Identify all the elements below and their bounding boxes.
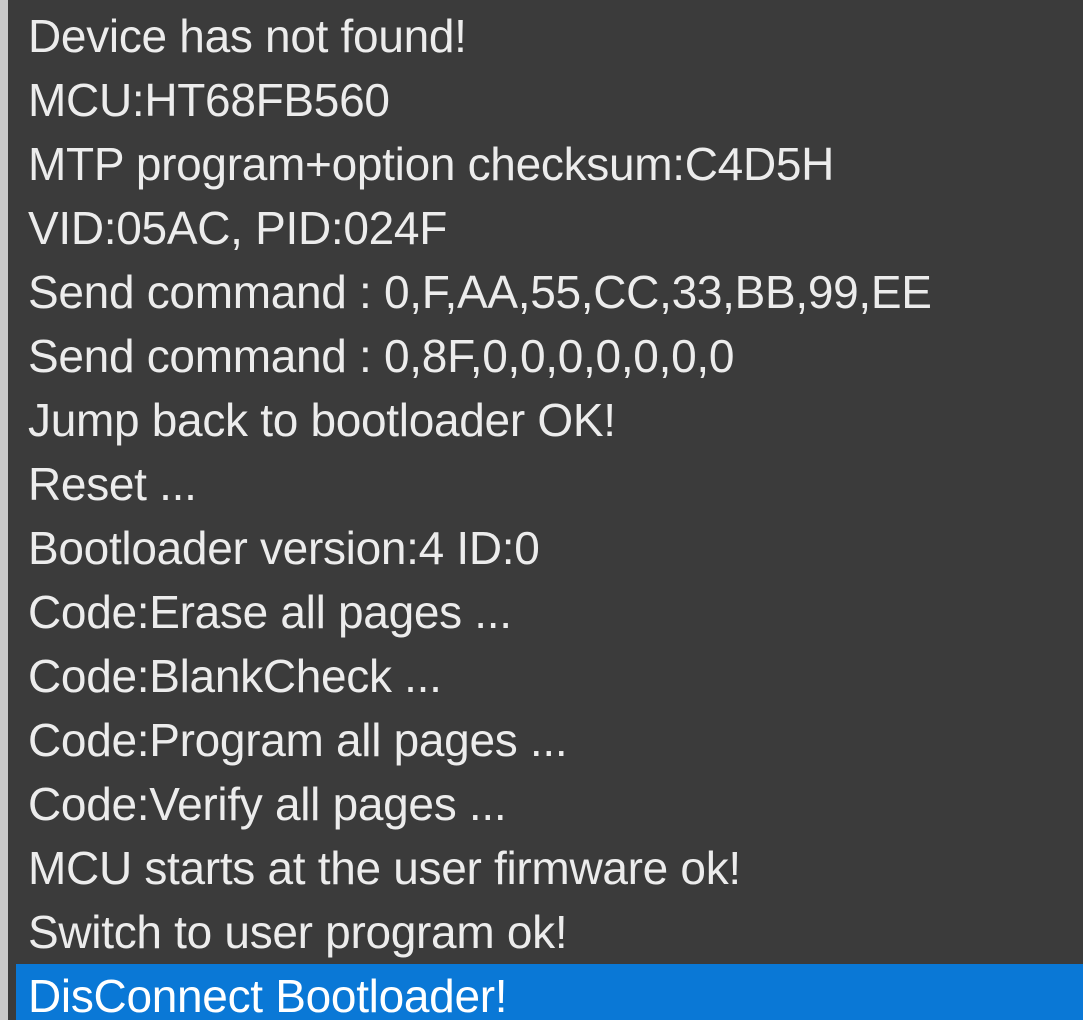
log-line[interactable]: Switch to user program ok! bbox=[16, 900, 1083, 964]
log-line[interactable]: Jump back to bootloader OK! bbox=[16, 388, 1083, 452]
log-line[interactable]: Code:Program all pages ... bbox=[16, 708, 1083, 772]
log-line-selected[interactable]: DisConnect Bootloader! bbox=[16, 964, 1083, 1020]
log-line[interactable]: Code:Erase all pages ... bbox=[16, 580, 1083, 644]
log-line[interactable]: Device has not found! bbox=[16, 4, 1083, 68]
log-line[interactable]: Send command : 0,F,AA,55,CC,33,BB,99,EE bbox=[16, 260, 1083, 324]
log-line[interactable]: Send command : 0,8F,0,0,0,0,0,0,0 bbox=[16, 324, 1083, 388]
log-line[interactable]: MCU:HT68FB560 bbox=[16, 68, 1083, 132]
log-line[interactable]: Reset ... bbox=[16, 452, 1083, 516]
log-list: Device has not found! MCU:HT68FB560 MTP … bbox=[16, 4, 1083, 1020]
log-line[interactable]: MCU starts at the user firmware ok! bbox=[16, 836, 1083, 900]
log-line[interactable]: Bootloader version:4 ID:0 bbox=[16, 516, 1083, 580]
log-line[interactable]: Code:BlankCheck ... bbox=[16, 644, 1083, 708]
log-line[interactable]: VID:05AC, PID:024F bbox=[16, 196, 1083, 260]
log-listbox[interactable]: Device has not found! MCU:HT68FB560 MTP … bbox=[0, 0, 1083, 1020]
log-line[interactable]: MTP program+option checksum:C4D5H bbox=[16, 132, 1083, 196]
log-line[interactable]: Code:Verify all pages ... bbox=[16, 772, 1083, 836]
